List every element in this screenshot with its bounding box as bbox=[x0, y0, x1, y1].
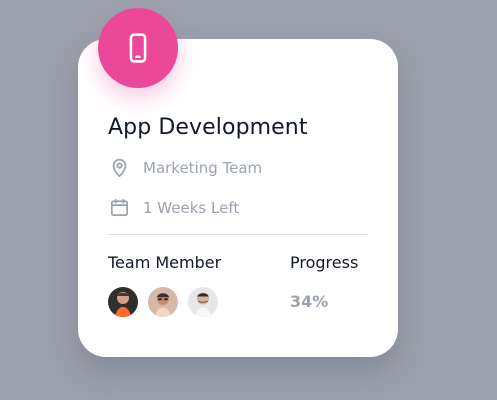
team-member-label: Team Member bbox=[108, 253, 222, 272]
avatar[interactable] bbox=[108, 287, 138, 317]
project-card: App Development Marketing Team 1 Weeks L… bbox=[78, 39, 398, 357]
calendar-icon bbox=[108, 196, 131, 219]
smartphone-icon bbox=[129, 33, 147, 63]
project-icon-badge bbox=[98, 8, 178, 88]
progress-value: 34% bbox=[290, 292, 329, 311]
progress-label: Progress bbox=[290, 253, 359, 272]
team-avatar-list bbox=[108, 287, 218, 317]
avatar[interactable] bbox=[188, 287, 218, 317]
avatar[interactable] bbox=[148, 287, 178, 317]
location-pin-icon bbox=[108, 156, 131, 179]
location-row: Marketing Team bbox=[108, 156, 262, 179]
time-left-row: 1 Weeks Left bbox=[108, 196, 239, 219]
divider bbox=[108, 234, 368, 235]
location-text: Marketing Team bbox=[143, 158, 263, 177]
time-left-text: 1 Weeks Left bbox=[143, 198, 240, 217]
project-title: App Development bbox=[108, 115, 308, 140]
